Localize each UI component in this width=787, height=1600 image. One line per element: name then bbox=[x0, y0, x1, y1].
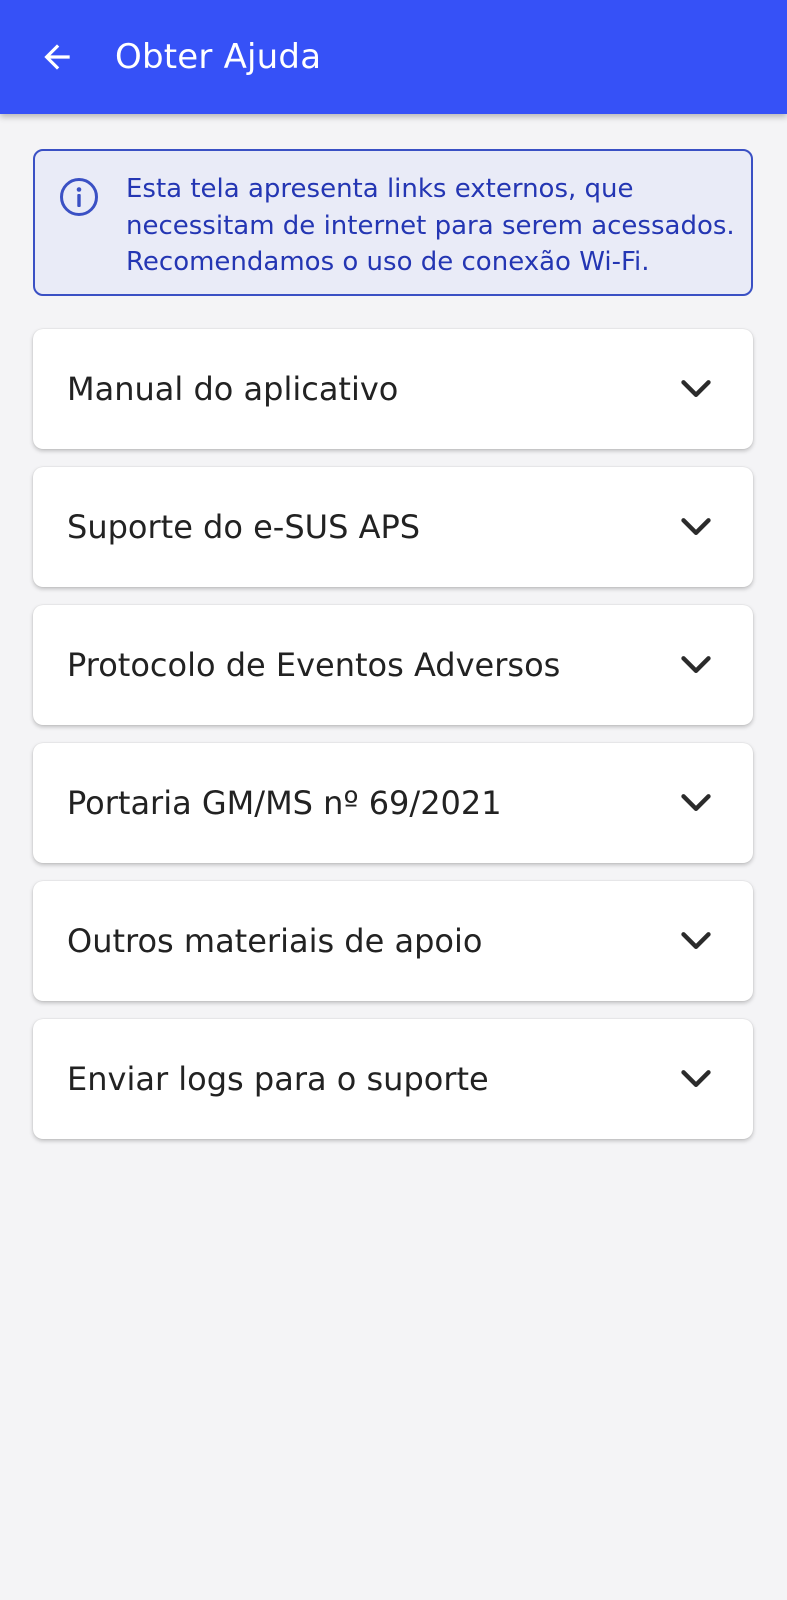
section-outros-materiais-de-apoio[interactable]: Outros materiais de apoio bbox=[33, 881, 753, 1001]
chevron-down-icon bbox=[681, 380, 711, 397]
section-label: Enviar logs para o suporte bbox=[67, 1060, 489, 1098]
section-manual-do-aplicativo[interactable]: Manual do aplicativo bbox=[33, 329, 753, 449]
section-label: Outros materiais de apoio bbox=[67, 922, 483, 960]
chevron-down-icon bbox=[681, 656, 711, 673]
section-protocolo-de-eventos-adversos[interactable]: Protocolo de Eventos Adversos bbox=[33, 605, 753, 725]
info-message: Esta tela apresenta links externos, que … bbox=[126, 174, 735, 277]
chevron-down-icon bbox=[681, 518, 711, 535]
section-portaria-gm-ms[interactable]: Portaria GM/MS nº 69/2021 bbox=[33, 743, 753, 863]
chevron-down-icon bbox=[681, 794, 711, 811]
section-label: Portaria GM/MS nº 69/2021 bbox=[67, 784, 502, 822]
back-button[interactable] bbox=[36, 36, 78, 78]
info-icon bbox=[60, 178, 98, 216]
info-banner: Esta tela apresenta links externos, que … bbox=[33, 149, 753, 296]
section-enviar-logs-para-o-suporte[interactable]: Enviar logs para o suporte bbox=[33, 1019, 753, 1139]
chevron-down-icon bbox=[681, 1070, 711, 1087]
section-label: Protocolo de Eventos Adversos bbox=[67, 646, 561, 684]
section-label: Suporte do e-SUS APS bbox=[67, 508, 421, 546]
chevron-down-icon bbox=[681, 932, 711, 949]
app-bar: Obter Ajuda bbox=[0, 0, 787, 114]
arrow-left-icon bbox=[44, 44, 70, 70]
page-title: Obter Ajuda bbox=[115, 37, 322, 77]
help-sections-list: Manual do aplicativo Suporte do e-SUS AP… bbox=[33, 329, 753, 1157]
section-suporte-do-e-sus-aps[interactable]: Suporte do e-SUS APS bbox=[33, 467, 753, 587]
section-label: Manual do aplicativo bbox=[67, 370, 399, 408]
